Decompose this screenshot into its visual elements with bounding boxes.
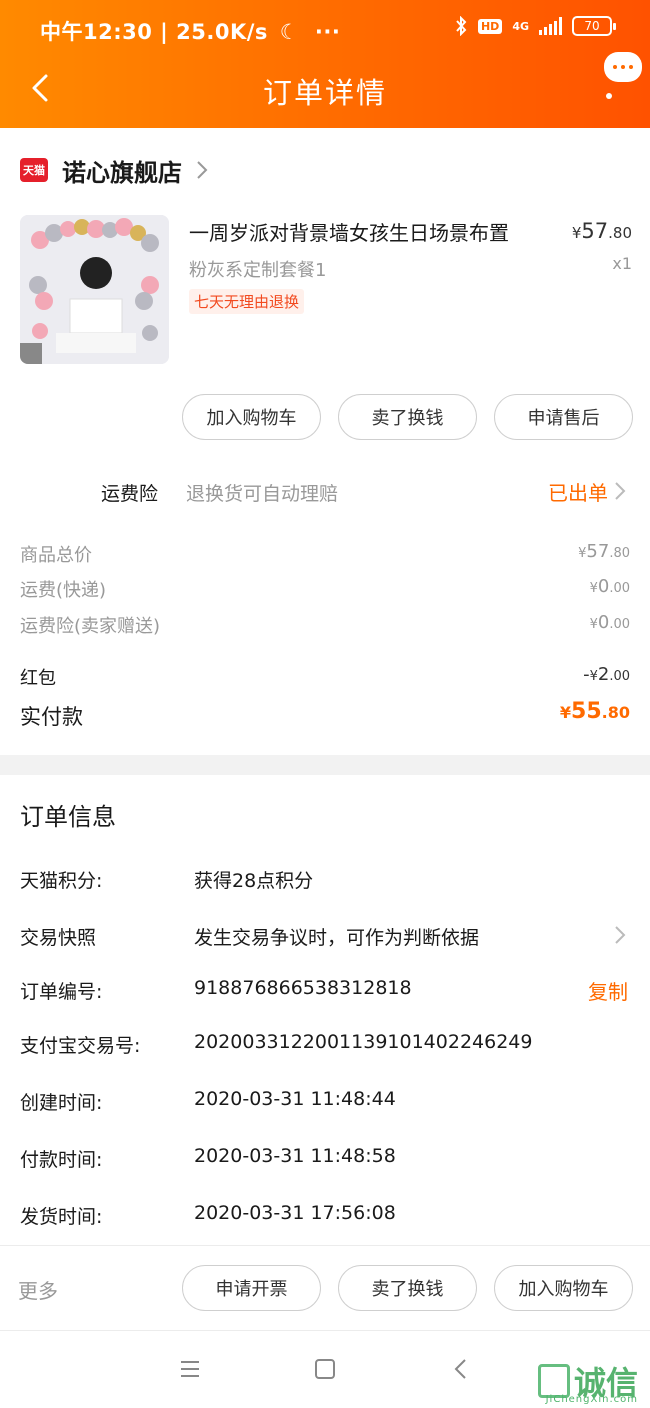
currency-symbol: ¥ <box>589 669 598 684</box>
shipping-fee-int: 0 <box>597 576 610 597</box>
watermark-logo-icon <box>537 1364 570 1398</box>
moon-icon: ☾ <box>279 20 300 44</box>
chevron-right-icon <box>197 161 208 179</box>
red-packet-dec: .00 <box>609 669 630 684</box>
shipping-insurance-label: 运费险 <box>101 483 159 505</box>
add-to-cart-button[interactable]: 加入购物车 <box>182 394 321 440</box>
network-type: 4G <box>512 19 529 33</box>
status-bar: 中午12:30 | 25.0K/s ☾ ··· HD 4G 70 <box>0 0 650 58</box>
product-title[interactable]: 一周岁派对背景墙女孩生日场景布置 <box>189 217 509 246</box>
shipped-time-value: 2020-03-31 17:56:08 <box>194 1202 396 1224</box>
goods-total-value: ¥57.80 <box>578 541 630 562</box>
home-icon[interactable] <box>308 1352 342 1386</box>
alipay-trade-value: 2020033122001139101402246249 <box>194 1031 533 1053</box>
store-name: 诺心旗舰店 <box>62 158 182 187</box>
created-time-value: 2020-03-31 11:48:44 <box>194 1088 396 1110</box>
goods-total-dec: .80 <box>609 546 630 561</box>
points-label: 天猫积分: <box>20 870 103 892</box>
shipping-insurance-desc: 退换货可自动理赔 <box>186 483 339 505</box>
price-decimal: .80 <box>608 224 632 242</box>
product-spec: 粉灰系定制套餐1 <box>189 260 327 281</box>
resell-bottom-button[interactable]: 卖了换钱 <box>338 1265 477 1311</box>
tmall-logo: 天猫 <box>20 158 48 182</box>
actual-paid-dec: .80 <box>601 703 630 722</box>
bluetooth-icon <box>456 16 467 36</box>
chevron-right-icon[interactable] <box>614 925 626 945</box>
bottom-bar-divider <box>0 1245 650 1246</box>
system-nav-divider <box>0 1330 650 1331</box>
goods-total-int: 57 <box>586 541 610 562</box>
paid-time-label: 付款时间: <box>20 1149 103 1171</box>
product-thumbnail[interactable] <box>20 215 169 364</box>
red-packet-label: 红包 <box>20 668 56 689</box>
after-sale-button[interactable]: 申请售后 <box>494 394 633 440</box>
return-policy-badge: 七天无理由退换 <box>189 289 305 314</box>
chevron-right-icon[interactable] <box>614 481 626 501</box>
resell-button[interactable]: 卖了换钱 <box>338 394 477 440</box>
alipay-trade-label: 支付宝交易号: <box>20 1035 141 1057</box>
price-integer: 57 <box>581 219 609 243</box>
shipping-fee-value: ¥0.00 <box>590 576 630 597</box>
product-quantity: x1 <box>612 254 632 273</box>
red-packet-int: 2 <box>597 664 610 685</box>
copy-button[interactable]: 复制 <box>588 976 628 1005</box>
more-dots-icon: ··· <box>314 20 341 44</box>
actual-paid-int: 55 <box>571 699 602 724</box>
shipping-insurance-fee-dec: .00 <box>609 617 630 632</box>
signal-icon <box>539 17 562 35</box>
shipping-fee-label: 运费(快递) <box>20 580 107 601</box>
currency-symbol: ¥ <box>589 617 598 632</box>
page-title: 订单详情 <box>262 76 387 110</box>
system-back-icon[interactable] <box>444 1352 478 1386</box>
shipping-fee-dec: .00 <box>609 581 630 596</box>
goods-total-label: 商品总价 <box>20 545 92 566</box>
paid-time-value: 2020-03-31 11:48:58 <box>194 1145 396 1167</box>
status-time: 中午12:30 | 25.0K/s ☾ ··· <box>40 16 340 46</box>
battery-level: 70 <box>584 19 600 33</box>
points-value: 获得28点积分 <box>194 870 314 892</box>
shipped-time-label: 发货时间: <box>20 1206 103 1228</box>
invoice-button[interactable]: 申请开票 <box>182 1265 321 1311</box>
more-button[interactable]: 更多 <box>18 1275 58 1304</box>
currency-symbol: ¥ <box>589 581 598 596</box>
order-number-value: 918876866538312818 <box>194 977 412 999</box>
shipping-insurance-status[interactable]: 已出单 <box>548 477 608 506</box>
actual-paid-value: ¥55.80 <box>560 699 630 724</box>
more-options-icon[interactable] <box>604 52 644 104</box>
red-packet-value: -¥2.00 <box>583 664 630 685</box>
shipping-insurance-fee-value: ¥0.00 <box>590 612 630 633</box>
product-price: ¥57.80 <box>572 219 632 243</box>
order-number-label: 订单编号: <box>20 981 103 1003</box>
shipping-insurance-fee-label: 运费险(卖家赠送) <box>20 616 161 637</box>
currency-symbol: ¥ <box>559 703 572 722</box>
snapshot-value[interactable]: 发生交易争议时，可作为判断依据 <box>194 923 479 950</box>
battery-icon: 70 <box>572 16 616 36</box>
order-info-title: 订单信息 <box>20 803 116 831</box>
status-icons: HD 4G 70 <box>454 16 616 36</box>
status-time-text: 中午12:30 | 25.0K/s <box>40 20 268 44</box>
shipping-insurance-fee-int: 0 <box>597 612 610 633</box>
section-divider <box>0 755 650 775</box>
menu-icon[interactable] <box>173 1352 207 1386</box>
app-header: 中午12:30 | 25.0K/s ☾ ··· HD 4G 70 订单详情 <box>0 0 650 128</box>
snapshot-label[interactable]: 交易快照 <box>20 923 96 950</box>
hd-badge: HD <box>477 18 503 34</box>
balloon-decor-image <box>20 215 169 364</box>
watermark-subtext: JiChengXin.com <box>545 1394 638 1405</box>
store-header[interactable]: 天猫 诺心旗舰店 <box>20 152 208 188</box>
add-to-cart-bottom-button[interactable]: 加入购物车 <box>494 1265 633 1311</box>
actual-paid-label: 实付款 <box>20 705 83 729</box>
price-symbol: ¥ <box>571 224 582 242</box>
created-time-label: 创建时间: <box>20 1092 103 1114</box>
